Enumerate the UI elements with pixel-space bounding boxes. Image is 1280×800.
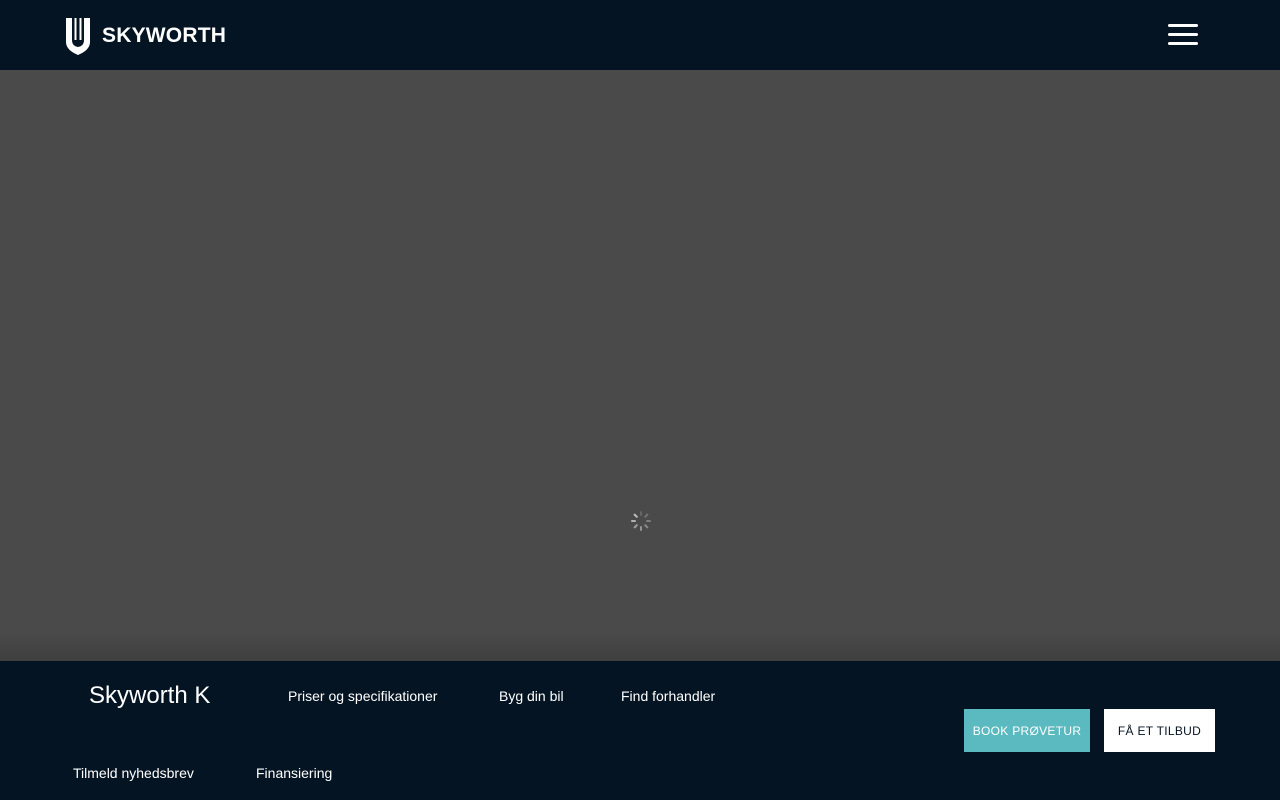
book-test-drive-button[interactable]: BOOK PRØVETUR — [964, 709, 1090, 752]
nav-link-prices-specs[interactable]: Priser og specifikationer — [288, 688, 437, 704]
nav-link-newsletter[interactable]: Tilmeld nyhedsbrev — [73, 765, 194, 781]
skyworth-logo[interactable]: SKYWORTH — [64, 16, 226, 56]
hero-media-area — [0, 70, 1280, 661]
logo-text: SKYWORTH — [102, 24, 227, 47]
model-name: Skyworth K — [89, 682, 211, 709]
shadow-band — [0, 631, 1280, 661]
nav-link-find-dealer[interactable]: Find forhandler — [621, 688, 715, 704]
loading-spinner-icon — [631, 511, 651, 531]
hamburger-menu-icon[interactable] — [1166, 20, 1200, 50]
get-offer-button[interactable]: FÅ ET TILBUD — [1104, 709, 1215, 752]
skyworth-logo-icon — [66, 18, 90, 55]
nav-link-financing[interactable]: Finansiering — [256, 765, 332, 781]
site-header: SKYWORTH — [0, 0, 1280, 70]
model-nav-bar: Skyworth K Priser og specifikationer Byg… — [0, 661, 1280, 800]
nav-link-build-car[interactable]: Byg din bil — [499, 688, 564, 704]
